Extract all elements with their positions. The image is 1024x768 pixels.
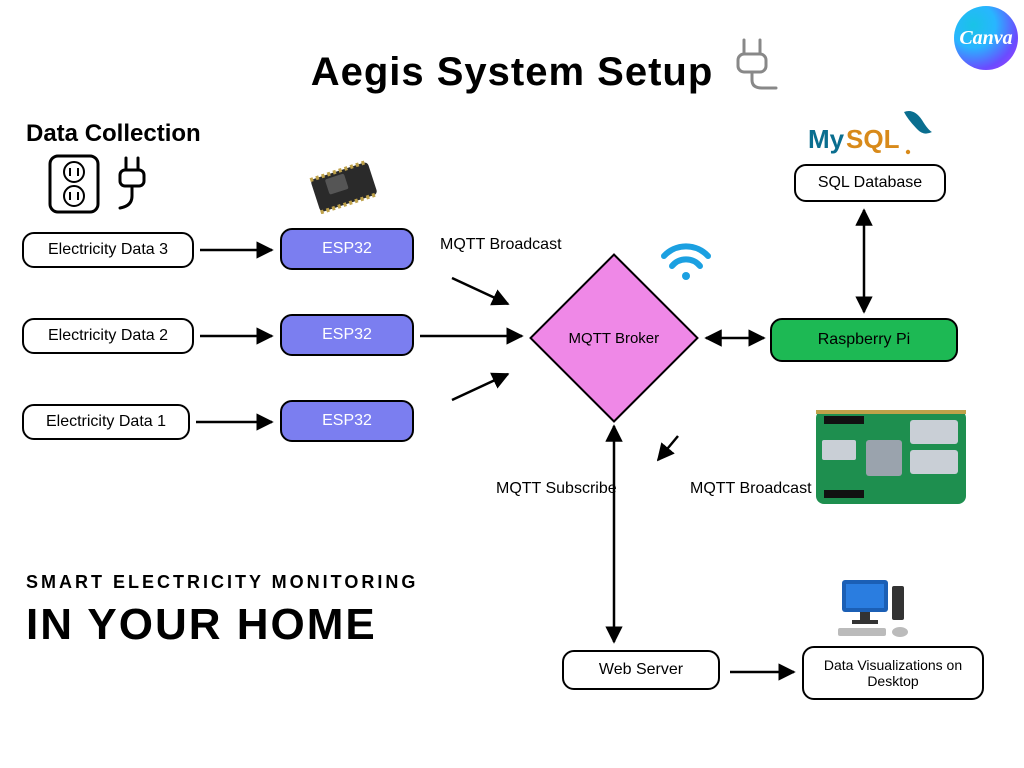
node-web-server: Web Server	[562, 650, 720, 690]
plug-icon	[724, 36, 784, 101]
node-label: ESP32	[322, 412, 372, 430]
microcontroller-icon	[304, 160, 384, 219]
node-label: Electricity Data 3	[48, 241, 168, 259]
node-label: Electricity Data 2	[48, 327, 168, 345]
node-sql-database: SQL Database	[794, 164, 946, 202]
wifi-icon	[658, 238, 714, 287]
node-esp32-3: ESP32	[280, 228, 414, 270]
svg-text:My: My	[808, 124, 845, 154]
desktop-computer-icon	[836, 576, 916, 645]
node-electricity-data-3: Electricity Data 3	[22, 232, 194, 268]
plug-icon	[112, 154, 152, 219]
node-esp32-2: ESP32	[280, 314, 414, 356]
node-label: MQTT Broker	[569, 329, 660, 346]
canva-badge-text: Canva	[959, 27, 1012, 50]
raspberry-pi-board-icon	[810, 400, 980, 525]
section-data-collection: Data Collection	[26, 120, 201, 148]
node-label: ESP32	[322, 326, 372, 344]
node-data-viz: Data Visualizations on Desktop	[802, 646, 984, 700]
node-raspberry-pi: Raspberry Pi	[770, 318, 958, 362]
tagline-big: IN YOUR HOME	[26, 600, 377, 650]
node-label: Raspberry Pi	[818, 331, 910, 349]
node-label: Web Server	[599, 661, 683, 679]
page-title: Aegis System Setup	[0, 50, 1024, 95]
node-electricity-data-1: Electricity Data 1	[22, 404, 190, 440]
svg-text:SQL: SQL	[846, 124, 900, 154]
edge-label-broadcast-top: MQTT Broadcast	[440, 236, 562, 254]
edge-label-broadcast-bottom: MQTT Broadcast	[690, 480, 812, 498]
mysql-dolphin-icon: My SQL	[808, 108, 938, 165]
node-label: Electricity Data 1	[46, 413, 166, 431]
node-electricity-data-2: Electricity Data 2	[22, 318, 194, 354]
node-label: SQL Database	[818, 174, 922, 192]
node-esp32-1: ESP32	[280, 400, 414, 442]
tagline-small: SMART ELECTRICITY MONITORING	[26, 572, 418, 593]
node-label: Data Visualizations on Desktop	[812, 657, 974, 689]
node-label: ESP32	[322, 240, 372, 258]
edge-label-subscribe: MQTT Subscribe	[496, 480, 617, 498]
outlet-icon	[46, 152, 102, 221]
